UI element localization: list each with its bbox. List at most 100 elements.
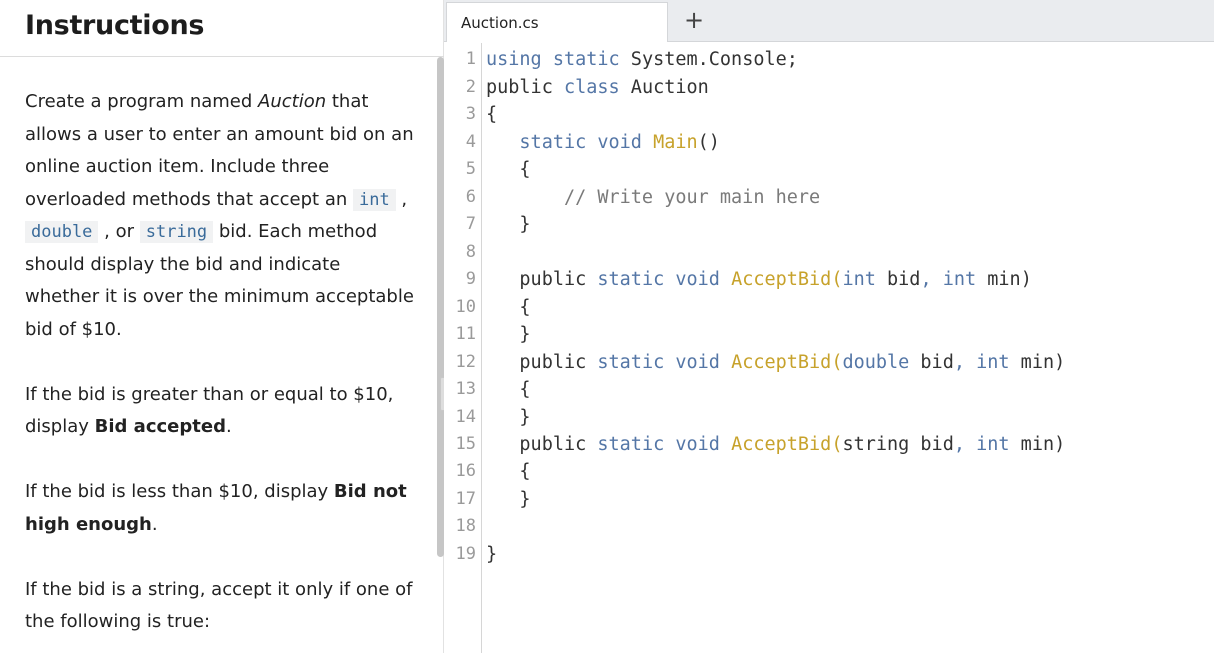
code-line[interactable]: static void Main() bbox=[486, 132, 720, 153]
code-area[interactable]: using static System.Console; public class… bbox=[486, 43, 1206, 653]
line-number: 11 bbox=[455, 324, 476, 344]
line-number: 2 bbox=[465, 77, 476, 97]
code-token: { bbox=[486, 297, 531, 318]
code-token: ( bbox=[831, 352, 843, 373]
code-line[interactable]: public static void AcceptBid(int bid, in… bbox=[486, 269, 1032, 290]
code-token: , bbox=[920, 269, 932, 290]
code-token: () bbox=[697, 132, 720, 153]
code-line[interactable]: } bbox=[486, 214, 530, 235]
instructions-title: Instructions bbox=[25, 10, 205, 41]
code-token: , bbox=[953, 352, 965, 373]
code-line[interactable]: } bbox=[486, 544, 497, 565]
instruction-paragraph: Create a program named Auction that allo… bbox=[25, 86, 417, 346]
code-token: // Write your main here bbox=[563, 187, 821, 208]
line-number: 15 bbox=[455, 434, 476, 454]
code-token: AcceptBid bbox=[731, 434, 832, 455]
code-line[interactable]: } bbox=[486, 324, 531, 345]
text-run: . bbox=[225, 416, 232, 437]
line-number: 14 bbox=[455, 407, 476, 427]
code-token: void bbox=[675, 352, 720, 373]
bold-text: Bid accepted bbox=[94, 416, 226, 437]
code-token: } bbox=[486, 407, 531, 428]
code-token: System.Console; bbox=[619, 49, 798, 70]
code-token: min) bbox=[1009, 434, 1066, 455]
code-token: ( bbox=[831, 434, 843, 455]
code-token: ( bbox=[831, 269, 843, 290]
line-number: 4 bbox=[465, 132, 476, 152]
line-number: 3 bbox=[465, 104, 476, 124]
code-line[interactable]: { bbox=[486, 379, 531, 400]
inline-code: double bbox=[25, 221, 99, 243]
code-token: public bbox=[486, 352, 598, 373]
line-number: 19 bbox=[455, 544, 476, 564]
code-token: public bbox=[486, 269, 598, 290]
code-token: int bbox=[976, 434, 1010, 455]
code-line[interactable]: public static void AcceptBid(double bid,… bbox=[486, 352, 1065, 373]
code-token: static bbox=[519, 132, 587, 153]
instruction-paragraph: If the bid is greater than or equal to $… bbox=[25, 379, 417, 444]
text-run: , bbox=[395, 188, 408, 210]
code-line[interactable]: { bbox=[486, 104, 497, 125]
code-line[interactable]: using static System.Console; bbox=[486, 49, 798, 70]
code-token: int bbox=[942, 269, 977, 290]
code-line[interactable]: } bbox=[486, 489, 531, 510]
code-token: min) bbox=[976, 269, 1032, 290]
code-token: Auction bbox=[619, 77, 709, 98]
code-line[interactable]: } bbox=[486, 407, 531, 428]
instruction-paragraph: If the bid is less than $10, display Bid… bbox=[25, 476, 417, 541]
code-token: void bbox=[675, 434, 720, 455]
code-line[interactable]: { bbox=[486, 159, 531, 180]
code-token: AcceptBid bbox=[731, 269, 832, 290]
code-token: bid bbox=[875, 269, 921, 290]
text-run: . bbox=[151, 513, 158, 535]
instructions-scrollbar[interactable] bbox=[437, 57, 444, 557]
code-token: static bbox=[597, 269, 665, 290]
text-run: If the bid is a string, accept it only i… bbox=[25, 578, 413, 633]
code-line[interactable]: { bbox=[486, 297, 531, 318]
code-line[interactable]: public static void AcceptBid(string bid,… bbox=[486, 434, 1065, 455]
line-number: 16 bbox=[455, 461, 476, 481]
instructions-body: Create a program named Auction that allo… bbox=[25, 86, 417, 639]
text-run: , or bbox=[98, 221, 140, 242]
code-token: } bbox=[486, 489, 531, 510]
line-number: 10 bbox=[455, 297, 476, 317]
code-line[interactable]: public class Auction bbox=[486, 77, 709, 98]
instruction-paragraph: If the bid is a string, accept it only i… bbox=[25, 574, 417, 639]
code-line[interactable]: { bbox=[486, 461, 530, 482]
line-number: 9 bbox=[465, 269, 476, 289]
code-token: } bbox=[486, 544, 498, 565]
line-number: 7 bbox=[465, 214, 476, 234]
code-token: { bbox=[486, 159, 531, 180]
new-tab-button[interactable]: + bbox=[680, 6, 708, 34]
code-token: int bbox=[842, 269, 876, 290]
code-token: static bbox=[552, 49, 620, 70]
tab-auction-cs[interactable]: Auction.cs bbox=[446, 2, 668, 42]
code-token: void bbox=[675, 269, 720, 290]
code-token: string bid bbox=[842, 434, 954, 455]
code-token: { bbox=[486, 379, 531, 400]
code-token: int bbox=[976, 352, 1010, 373]
code-token: { bbox=[486, 104, 498, 125]
instructions-panel: Instructions Create a program named Auct… bbox=[0, 0, 444, 653]
tab-label: Auction.cs bbox=[461, 14, 539, 32]
code-line[interactable]: // Write your main here bbox=[486, 187, 820, 208]
code-token: } bbox=[486, 324, 531, 345]
code-token: class bbox=[563, 77, 620, 98]
text-run: If the bid is less than $10, display bbox=[25, 481, 334, 502]
line-number-gutter: 1 2 3 4 5 6 7 8 9 10 11 12 13 14 15 16 17 18 19 bbox=[444, 43, 482, 653]
line-number: 13 bbox=[455, 379, 476, 399]
code-editor[interactable]: Auction.cs + 1 2 3 4 5 6 7 8 9 10 11 12 13 14 15 16 17 18… bbox=[444, 0, 1214, 653]
code-token: void bbox=[597, 132, 642, 153]
